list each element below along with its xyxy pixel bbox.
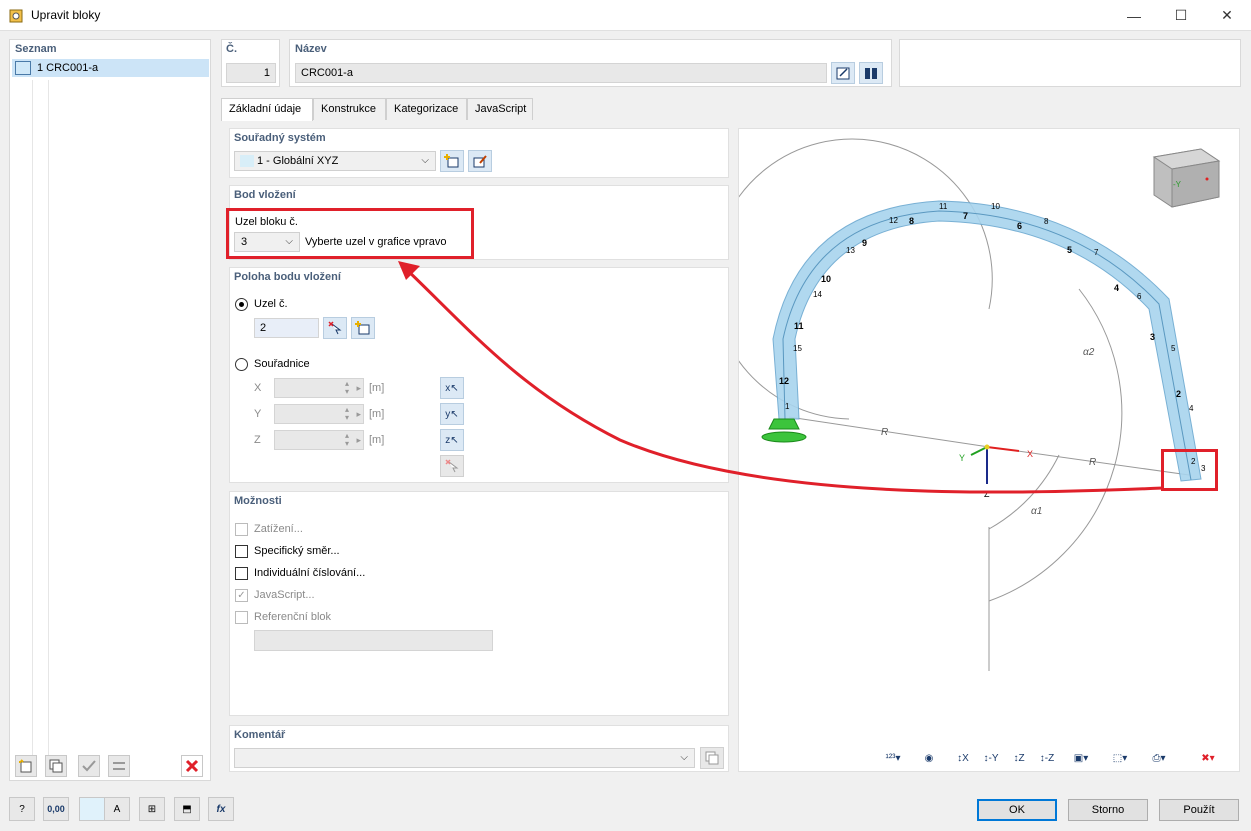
save-button[interactable]: ⬒ <box>174 797 200 821</box>
cancel-button[interactable]: Storno <box>1068 799 1148 821</box>
iso-view-button[interactable]: ▣▾ <box>1064 747 1098 769</box>
ok-button[interactable]: OK <box>977 799 1057 821</box>
units-button[interactable]: 0,00 <box>43 797 69 821</box>
help-button[interactable]: ? <box>9 797 35 821</box>
view-x-icon: ↕X <box>957 752 969 764</box>
view-button[interactable]: ◉ <box>918 747 940 769</box>
view-minus-y-icon: ↕-Y <box>983 752 999 764</box>
view-z-icon: ↕Z <box>1013 752 1025 764</box>
view-settings-button[interactable]: ⊞ <box>139 797 165 821</box>
color-button[interactable] <box>79 797 105 821</box>
select-button[interactable]: ✖▾ <box>1190 747 1226 769</box>
text-icon: A <box>113 803 121 815</box>
text-button[interactable]: A <box>104 797 130 821</box>
render-button[interactable]: ⬚▾ <box>1103 747 1137 769</box>
print-button[interactable]: ⎙▾ <box>1142 747 1176 769</box>
view-icon: ⊞ <box>147 803 157 815</box>
numbering-icon: ¹²³▾ <box>885 752 901 764</box>
save-icon: ⬒ <box>182 803 192 815</box>
view-x-button[interactable]: ↕X <box>952 747 974 769</box>
view-z-button[interactable]: ↕Z <box>1008 747 1030 769</box>
numbering-button[interactable]: ¹²³▾ <box>875 747 911 769</box>
view-minus-y-button[interactable]: ↕-Y <box>980 747 1002 769</box>
view-minus-z-icon: ↕-Z <box>1039 752 1055 764</box>
view-minus-z-button[interactable]: ↕-Z <box>1036 747 1058 769</box>
function-icon: fx <box>216 803 226 815</box>
function-button[interactable]: fx <box>208 797 234 821</box>
help-icon: ? <box>19 803 25 815</box>
eye-icon: ◉ <box>924 752 934 764</box>
render-icon: ⬚▾ <box>1112 752 1128 764</box>
printer-icon: ⎙▾ <box>1152 752 1166 764</box>
apply-button[interactable]: Použít <box>1159 799 1239 821</box>
annotation-arrow <box>398 261 1164 494</box>
select-icon: ✖▾ <box>1201 752 1215 764</box>
units-icon: 0,00 <box>47 804 65 814</box>
iso-view-icon: ▣▾ <box>1073 752 1089 764</box>
